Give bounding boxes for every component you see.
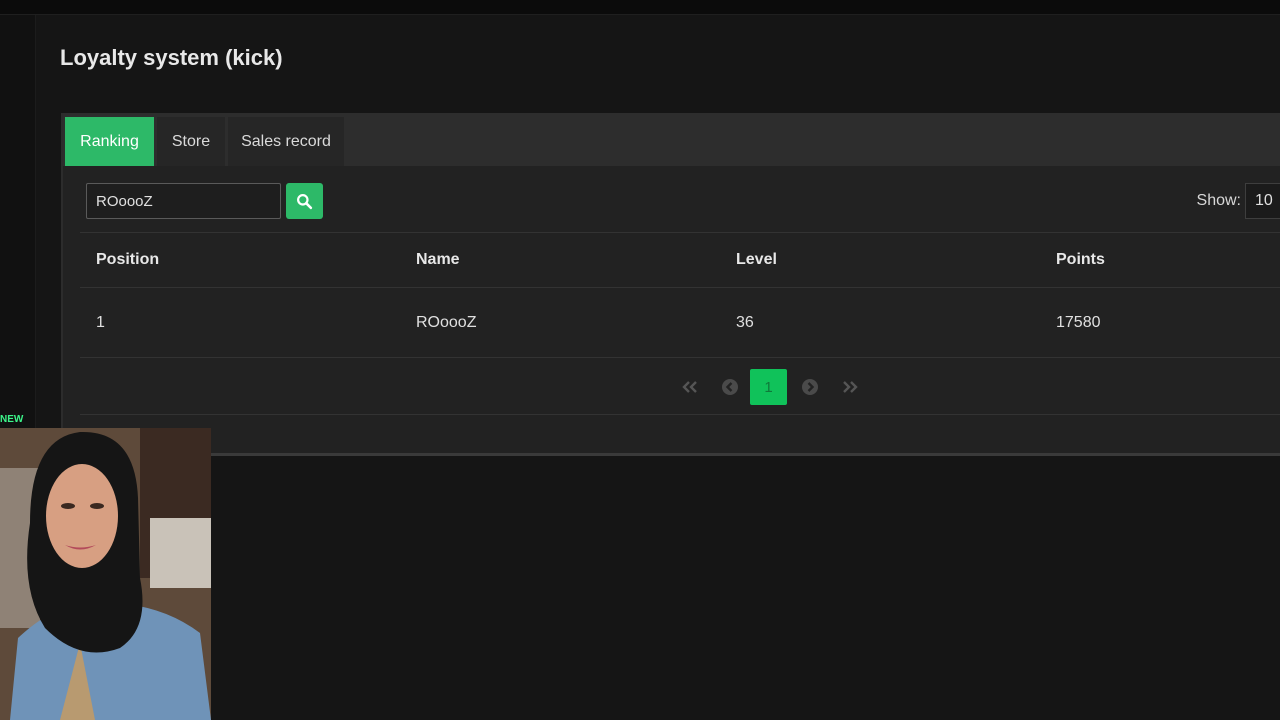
last-page-icon	[843, 381, 858, 393]
show-label: Show:	[1196, 192, 1241, 209]
tab-bar: Ranking Store Sales record	[63, 113, 1280, 166]
first-page-icon	[682, 381, 697, 393]
table-header-row: Position Name Level Points	[80, 232, 1280, 287]
page-button-current[interactable]: 1	[750, 369, 787, 405]
top-bar	[0, 0, 1280, 15]
page-size-control: Show: 10	[1197, 183, 1280, 219]
loyalty-panel: Ranking Store Sales record Show: 10 Posi…	[61, 113, 1280, 456]
next-page-button[interactable]	[799, 369, 821, 405]
first-page-button[interactable]	[679, 369, 701, 405]
page-title: Loyalty system (kick)	[60, 45, 283, 70]
column-header-position[interactable]: Position	[96, 251, 159, 269]
search-button[interactable]	[286, 183, 323, 219]
search-input[interactable]	[86, 183, 281, 219]
pagination: 1	[80, 357, 1280, 415]
tab-store[interactable]: Store	[157, 117, 225, 166]
tab-sales-record[interactable]: Sales record	[228, 117, 344, 166]
search-icon	[297, 193, 313, 209]
ranking-table: Position Name Level Points 1 ROoooZ 36 1…	[80, 232, 1280, 357]
last-page-button[interactable]	[839, 369, 861, 405]
column-header-points[interactable]: Points	[1056, 251, 1105, 269]
webcam-person-image	[0, 428, 211, 720]
cell-name: ROoooZ	[416, 314, 477, 331]
table-row: 1 ROoooZ 36 17580	[80, 287, 1280, 357]
cell-level: 36	[736, 314, 754, 331]
prev-page-button[interactable]	[719, 369, 741, 405]
cell-points: 17580	[1056, 314, 1101, 331]
column-header-level[interactable]: Level	[736, 251, 777, 269]
prev-page-icon	[722, 379, 738, 395]
tab-ranking[interactable]: Ranking	[65, 117, 154, 166]
next-page-icon	[802, 379, 818, 395]
webcam-overlay	[0, 428, 211, 720]
cell-position: 1	[96, 314, 105, 331]
new-badge: NEW	[0, 414, 24, 425]
column-header-name[interactable]: Name	[416, 251, 460, 269]
page-size-select[interactable]: 10	[1245, 183, 1280, 219]
